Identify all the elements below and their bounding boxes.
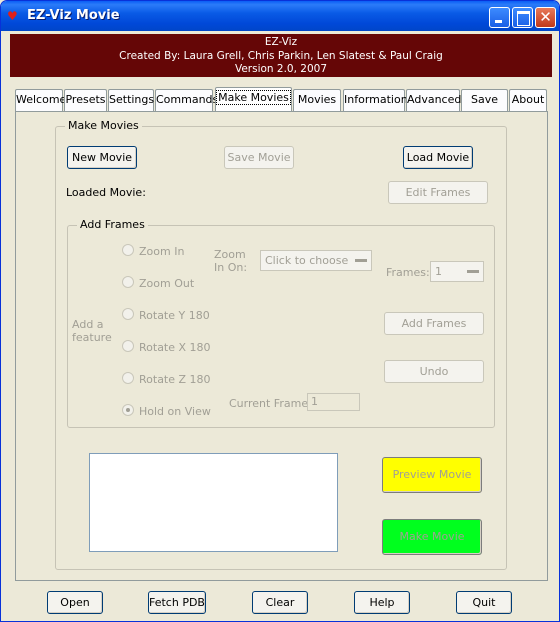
tab-welcome[interactable]: Welcome (15, 89, 67, 111)
movie-frames-list[interactable] (89, 453, 338, 552)
credits-banner: EZ-Viz Created By: Laura Grell, Chris Pa… (10, 34, 552, 77)
make-movie-button[interactable]: Make Movie (382, 519, 482, 555)
tab-settings[interactable]: Settings (108, 89, 154, 111)
maximize-button[interactable] (512, 7, 533, 28)
tab-information[interactable]: Information (343, 89, 408, 111)
hold-on-view-label: Hold on View (139, 405, 211, 418)
add-frames-group-label: Add Frames (77, 218, 148, 231)
app-window: ♥ EZ-Viz Movie ✕ EZ-Viz Created By: Laur… (0, 0, 560, 622)
zoom-target-select[interactable]: Click to choose (260, 250, 372, 271)
preview-movie-button[interactable]: Preview Movie (382, 457, 482, 493)
tab-about[interactable]: About (509, 89, 547, 111)
rotate-y-radio[interactable] (122, 308, 134, 320)
minimize-icon (490, 8, 509, 27)
dropdown-arrow-icon (467, 270, 479, 273)
clear-button[interactable]: Clear (252, 591, 308, 614)
dropdown-arrow-icon (355, 259, 367, 262)
tab-label: Movies (297, 93, 337, 106)
make-movies-group: Make Movies New Movie Save Movie Load Mo… (55, 119, 507, 570)
frames-value: 1 (435, 265, 442, 278)
rotate-x-label: Rotate X 180 (139, 341, 211, 354)
app-icon: ♥ (7, 9, 18, 23)
rotate-x-radio[interactable] (122, 340, 134, 352)
zoom-out-radio[interactable] (122, 276, 134, 288)
tab-label: Make Movies (216, 90, 291, 105)
zoom-in-label: Zoom In (139, 245, 185, 258)
make-movies-group-label: Make Movies (65, 119, 142, 132)
tab-label: Commands (156, 93, 219, 106)
save-movie-button[interactable]: Save Movie (224, 146, 294, 169)
title-bar[interactable]: ♥ EZ-Viz Movie ✕ (1, 1, 559, 31)
tab-save[interactable]: Save (461, 89, 508, 111)
tab-label: About (511, 93, 545, 106)
rotate-z-label: Rotate Z 180 (139, 373, 211, 386)
close-button[interactable]: ✕ (535, 7, 556, 28)
quit-button[interactable]: Quit (456, 591, 512, 614)
frames-label: Frames: (386, 266, 430, 279)
frames-select[interactable]: 1 (430, 261, 484, 282)
add-feature-label: Add a feature (72, 318, 112, 344)
rotate-y-label: Rotate Y 180 (139, 309, 210, 322)
undo-button[interactable]: Undo (384, 360, 484, 383)
zoom-target-value: Click to choose (265, 254, 349, 267)
tab-advanced[interactable]: Advanced (406, 89, 462, 111)
new-movie-button[interactable]: New Movie (67, 146, 137, 169)
tab-label: Save (470, 93, 498, 106)
add-frames-button[interactable]: Add Frames (384, 312, 484, 335)
loaded-movie-label: Loaded Movie: (66, 186, 146, 199)
hold-on-view-radio[interactable] (122, 404, 134, 416)
close-icon: ✕ (539, 8, 552, 26)
zoom-in-on-label: Zoom In On: (214, 248, 248, 274)
tab-commands[interactable]: Commands (155, 89, 218, 111)
current-frame-field[interactable]: 1 (307, 393, 360, 411)
open-button[interactable]: Open (47, 591, 103, 614)
tab-label: Information (344, 93, 408, 106)
tab-make-movies[interactable]: Make Movies (215, 87, 292, 111)
tab-label: Advanced (407, 93, 462, 106)
minimize-button[interactable] (489, 7, 510, 28)
tab-movies[interactable]: Movies (293, 89, 341, 111)
help-button[interactable]: Help (354, 591, 410, 614)
load-movie-button[interactable]: Load Movie (403, 146, 473, 169)
tab-label: Settings (109, 93, 155, 106)
tab-label: Presets (65, 93, 106, 106)
window-title: EZ-Viz Movie (27, 8, 120, 23)
edit-frames-button[interactable]: Edit Frames (388, 181, 488, 204)
make-movies-panel: Make Movies New Movie Save Movie Load Mo… (15, 111, 548, 581)
rotate-z-radio[interactable] (122, 372, 134, 384)
add-frames-group: Add Frames Add a feature Zoom In Zoom Ou… (67, 218, 495, 428)
zoom-in-radio[interactable] (122, 244, 134, 256)
fetch-pdb-button[interactable]: Fetch PDB (148, 591, 206, 614)
zoom-out-label: Zoom Out (139, 277, 195, 290)
maximize-icon (513, 8, 532, 27)
tab-label: Welcome (16, 93, 67, 106)
banner-version: Version 2.0, 2007 (234, 63, 328, 75)
banner-authors: Created By: Laura Grell, Chris Parkin, L… (119, 49, 443, 62)
tab-presets[interactable]: Presets (64, 89, 107, 111)
banner-app-name: EZ-Viz (264, 36, 298, 48)
current-frame-label: Current Frame: (229, 397, 312, 410)
